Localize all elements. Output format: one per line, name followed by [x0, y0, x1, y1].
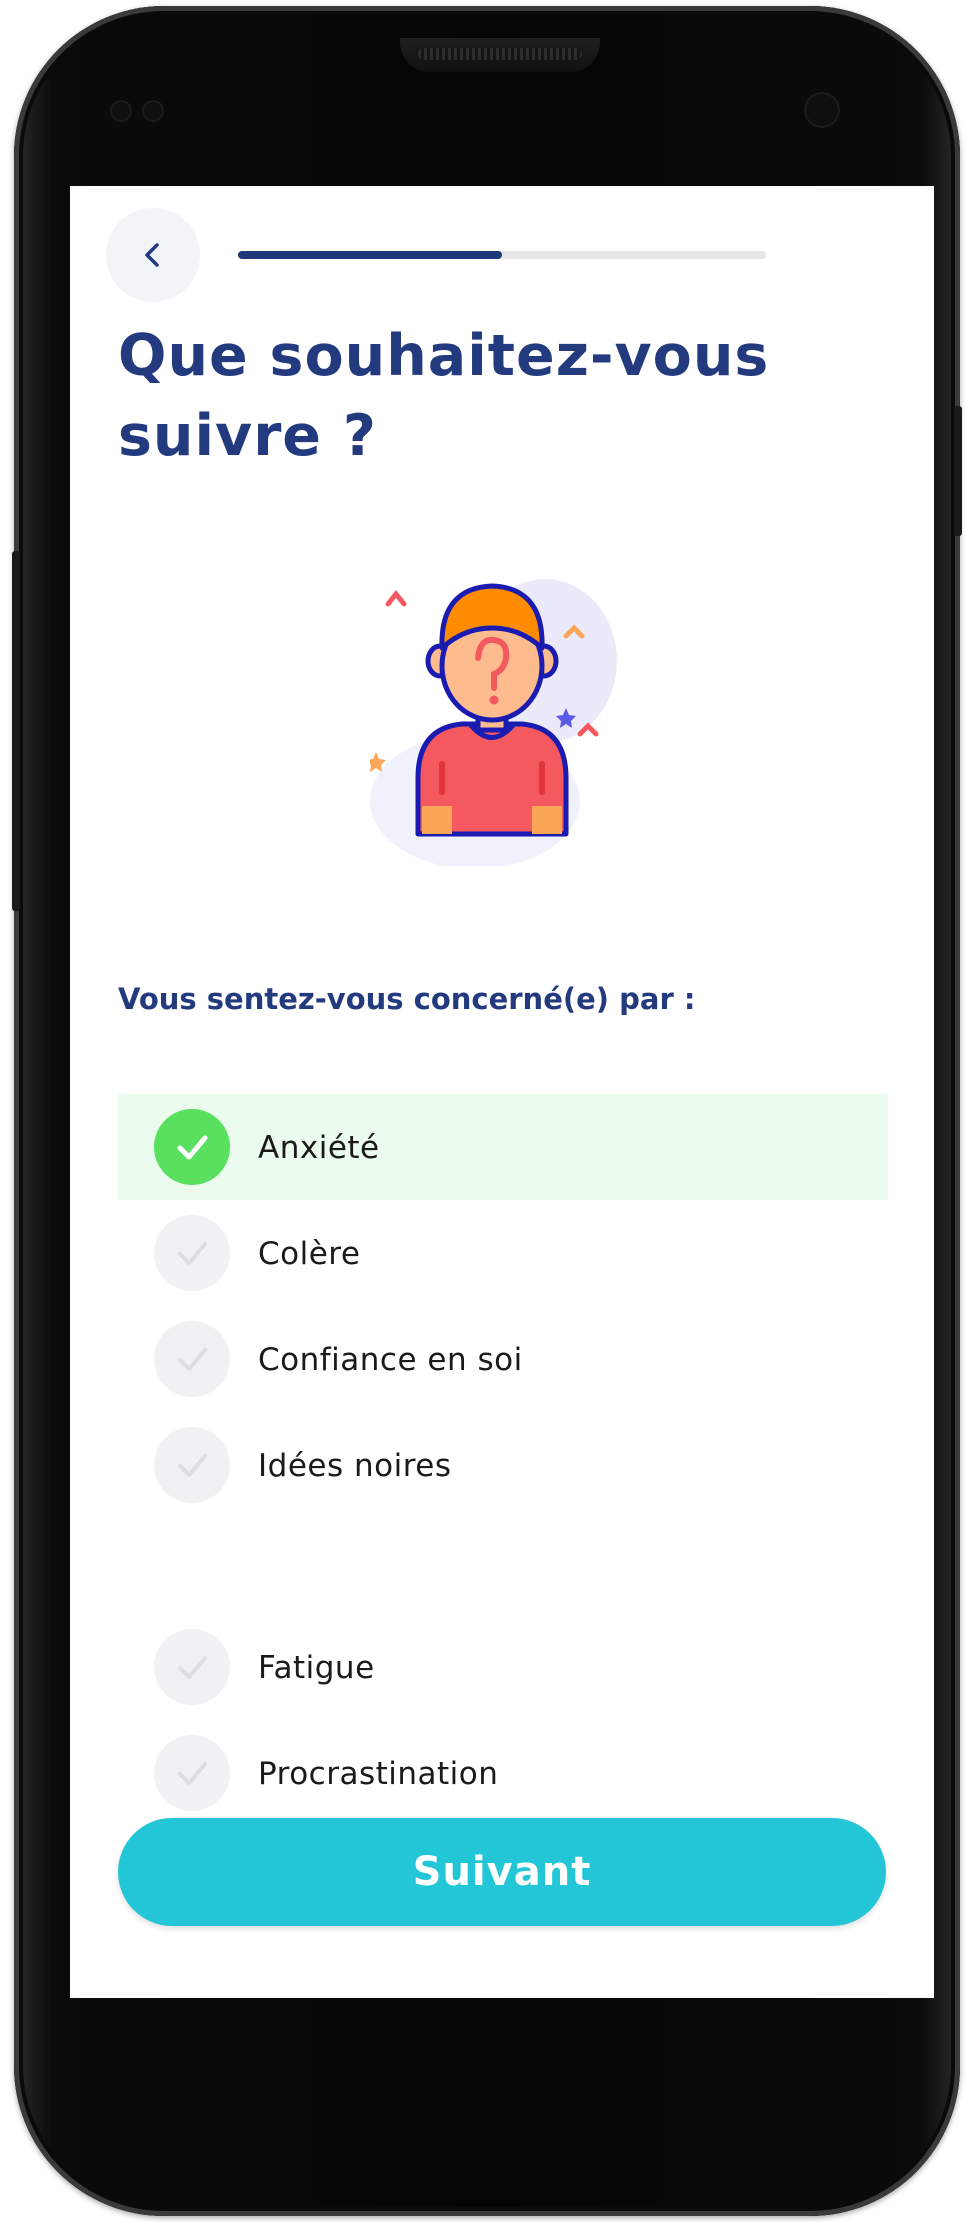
chevron-left-icon	[145, 243, 159, 267]
option-label: Colère	[258, 1236, 361, 1272]
option-confiance-en-soi[interactable]: Confiance en soi	[118, 1306, 888, 1412]
progress-bar-fill	[238, 251, 502, 259]
question-person-illustration	[370, 579, 617, 866]
option-label: Procrastination	[258, 1756, 499, 1792]
next-button[interactable]: Suivant	[118, 1818, 886, 1926]
checkmark-icon	[154, 1321, 230, 1397]
next-button-label: Suivant	[412, 1849, 592, 1895]
option-label: Anxiété	[258, 1130, 380, 1166]
front-camera	[804, 92, 840, 128]
option-label: Idées noires	[258, 1448, 452, 1484]
phone-frame: Que souhaitez-vous suivre ? Vous sentez-…	[12, 6, 962, 2216]
app-screen: Que souhaitez-vous suivre ? Vous sentez-…	[70, 186, 934, 1998]
light-sensor	[142, 100, 164, 122]
power-button	[12, 551, 20, 911]
checkmark-icon	[154, 1215, 230, 1291]
volume-button	[954, 406, 962, 536]
option-colere[interactable]: Colère	[118, 1200, 888, 1306]
checkmark-icon	[154, 1629, 230, 1705]
question-subtitle: Vous sentez-vous concerné(e) par :	[118, 982, 696, 1016]
options-list: Anxiété Colère Confiance en soi Idées no…	[118, 1094, 888, 1826]
option-label: Confiance en soi	[258, 1342, 523, 1378]
progress-bar	[238, 251, 766, 259]
option-procrastination[interactable]: Procrastination	[118, 1720, 888, 1826]
option-idees-noires[interactable]: Idées noires	[118, 1412, 888, 1518]
checkmark-icon	[154, 1735, 230, 1811]
option-anxiete[interactable]: Anxiété	[118, 1094, 888, 1200]
checkmark-icon	[154, 1109, 230, 1185]
proximity-sensor	[110, 100, 132, 122]
back-button[interactable]	[106, 208, 200, 302]
checkmark-icon	[154, 1427, 230, 1503]
earpiece-speaker	[400, 38, 600, 72]
page-title: Que souhaitez-vous suivre ?	[118, 323, 770, 469]
option-label: Fatigue	[258, 1650, 375, 1686]
option-fatigue[interactable]: Fatigue	[118, 1614, 888, 1720]
